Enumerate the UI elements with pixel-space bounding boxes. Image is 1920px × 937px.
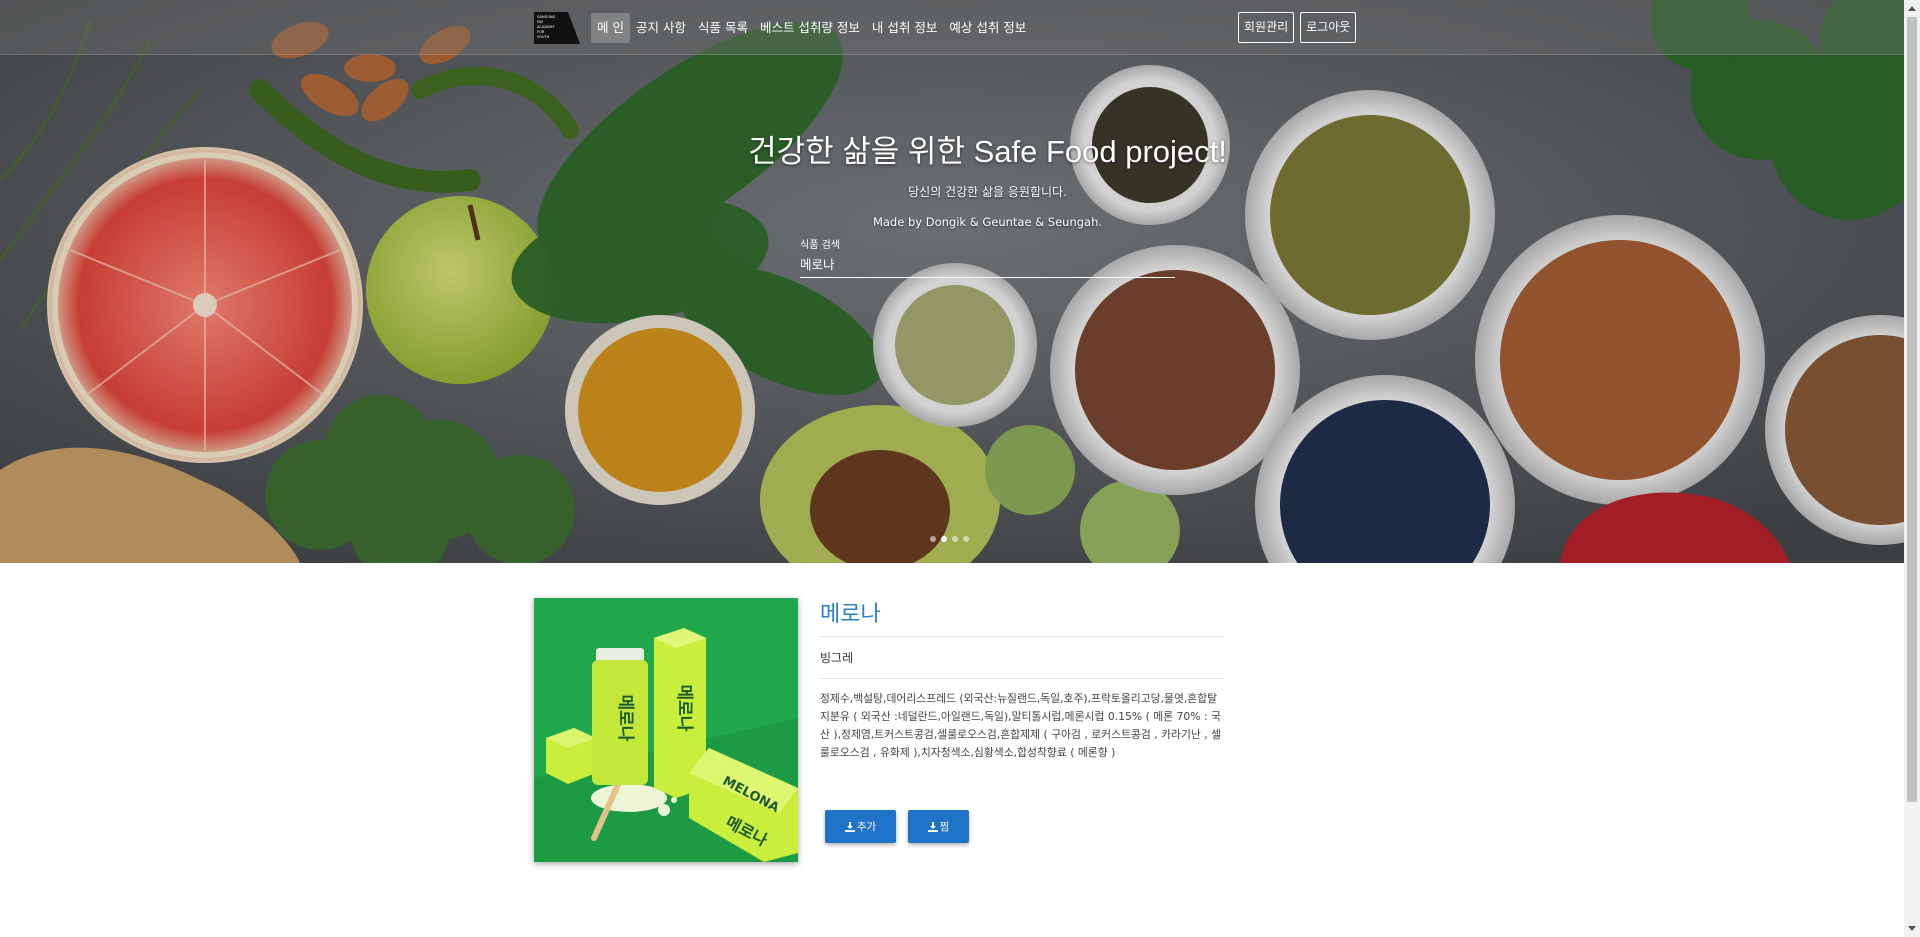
scroll-down-arrow-icon[interactable] bbox=[1904, 921, 1920, 937]
hero-overlay bbox=[0, 0, 1904, 563]
favorite-button[interactable]: 찜 bbox=[908, 810, 969, 843]
nav-link-food-list[interactable]: 식품 목록 bbox=[692, 13, 754, 43]
academy-logo[interactable]: SAMSUNG SW ACADEMY FOR YOUTH bbox=[534, 12, 580, 44]
nav-link-main[interactable]: 메 인 bbox=[591, 13, 630, 43]
carousel-indicators bbox=[930, 536, 969, 542]
carousel-dot[interactable] bbox=[963, 536, 969, 542]
product-ingredients: 정제수,백설탕,데어리스프레드 (외국산:뉴질랜드,독일,호주),프락토올리고당… bbox=[820, 692, 1222, 759]
divider bbox=[820, 636, 1224, 637]
divider bbox=[820, 678, 1224, 679]
logo-line: YOUTH bbox=[537, 35, 550, 39]
hero-credit: Made by Dongik & Geuntae & Seungah. bbox=[872, 215, 1103, 229]
download-icon bbox=[927, 821, 938, 832]
search-input[interactable] bbox=[800, 251, 1175, 275]
logo-line: SW bbox=[537, 20, 543, 24]
logo-line: ACADEMY bbox=[537, 25, 556, 29]
product-actions: 추가 찜 bbox=[825, 810, 969, 843]
package-label: 메로나 bbox=[615, 695, 635, 742]
hero-subtitle: 당신의 건강한 삶을 응원합니다. bbox=[908, 185, 1067, 199]
food-search: 식품 검색 bbox=[800, 234, 1175, 278]
carousel-dot-active[interactable] bbox=[941, 536, 947, 542]
logo-line: SAMSUNG bbox=[537, 15, 556, 19]
add-button-label: 추가 bbox=[856, 821, 877, 833]
nav-link-my-intake[interactable]: 내 섭취 정보 bbox=[866, 13, 943, 43]
top-navbar: SAMSUNG SW ACADEMY FOR YOUTH 메 인 공지 사항 식… bbox=[0, 0, 1904, 55]
nav-link-notice[interactable]: 공지 사항 bbox=[630, 13, 692, 43]
hero-title: 건강한 삶을 위한 Safe Food project! bbox=[748, 134, 1227, 169]
nav-menu: 메 인 공지 사항 식품 목록 베스트 섭취량 정보 내 섭취 정보 예상 섭취… bbox=[591, 13, 1032, 43]
logout-button[interactable]: 로그아웃 bbox=[1300, 12, 1357, 43]
nav-account-buttons: 회원관리 로그아웃 bbox=[1238, 12, 1357, 43]
product-maker: 빙그레 bbox=[820, 651, 854, 665]
nav-link-expected-intake[interactable]: 예상 섭취 정보 bbox=[943, 13, 1032, 43]
scroll-up-arrow-icon[interactable] bbox=[1904, 0, 1920, 16]
package-label: 메로나 bbox=[674, 685, 694, 732]
member-admin-button[interactable]: 회원관리 bbox=[1238, 12, 1295, 43]
logo-line: FOR bbox=[537, 30, 545, 34]
product-name: 메로나 bbox=[820, 602, 881, 627]
download-icon bbox=[844, 821, 855, 832]
carousel-dot[interactable] bbox=[930, 536, 936, 542]
carousel-dot[interactable] bbox=[952, 536, 958, 542]
add-button[interactable]: 추가 bbox=[825, 810, 896, 843]
search-label: 식품 검색 bbox=[800, 240, 840, 251]
page-scrollbar[interactable] bbox=[1904, 0, 1920, 937]
product-image: 메로나 메로나 MELONA 메로나 bbox=[534, 598, 798, 862]
scroll-thumb[interactable] bbox=[1907, 17, 1917, 802]
hero-banner: SAMSUNG SW ACADEMY FOR YOUTH 메 인 공지 사항 식… bbox=[0, 0, 1904, 563]
nav-link-best-intake[interactable]: 베스트 섭취량 정보 bbox=[754, 13, 866, 43]
favorite-button-label: 찜 bbox=[939, 821, 950, 833]
